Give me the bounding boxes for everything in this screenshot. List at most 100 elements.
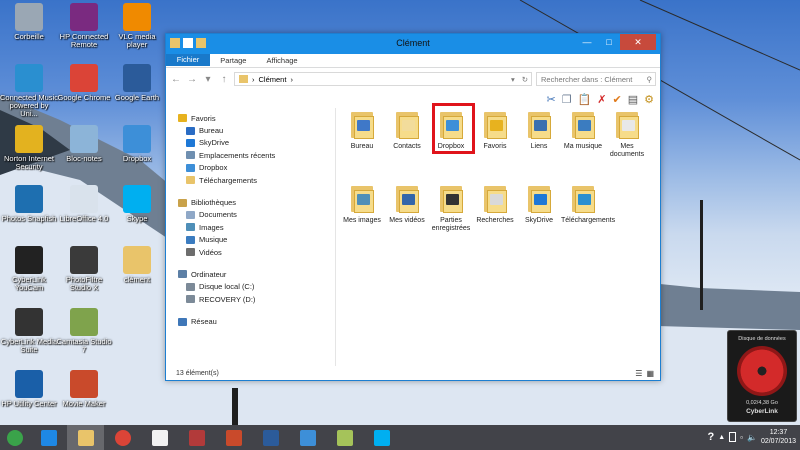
nav-item[interactable]: Images	[166, 221, 335, 233]
desktop-shortcut[interactable]: Corbeille	[0, 3, 58, 41]
desktop-shortcut[interactable]: HP Utility Center	[0, 370, 58, 408]
view-icon[interactable]: ▤	[628, 93, 638, 106]
chevron-down-icon[interactable]: ▾	[511, 75, 515, 84]
desktop-shortcut[interactable]: VLC media player	[108, 3, 166, 49]
desktop-shortcut[interactable]: Norton Internet Security	[0, 125, 58, 171]
taskbar-button[interactable]	[363, 425, 400, 450]
network-icon[interactable]: ▫	[740, 433, 743, 442]
desktop-shortcut[interactable]: LibreOffice 4.0	[55, 185, 113, 223]
nav-item[interactable]: SkyDrive	[166, 137, 335, 149]
nav-item[interactable]: RECOVERY (D:)	[166, 293, 335, 305]
taskbar-button[interactable]	[252, 425, 289, 450]
file-explorer-window[interactable]: Clément — □ ✕ FichierAccueilPartageAffic…	[165, 33, 661, 381]
folder-item[interactable]: Mes images	[340, 184, 384, 225]
paste-icon[interactable]: 📋	[578, 93, 592, 106]
nav-item[interactable]: Vidéos	[166, 246, 335, 258]
content-pane[interactable]: Bureau Contacts Dropbox Favoris Liens Ma musi…	[336, 108, 660, 366]
taskbar-button[interactable]	[289, 425, 326, 450]
show-hidden-icons-icon[interactable]: ▲	[718, 434, 725, 441]
help-icon[interactable]: ?	[707, 431, 714, 443]
nav-item[interactable]: Bibliothèques	[166, 196, 335, 208]
nav-item[interactable]: Musique	[166, 234, 335, 246]
up-arrow-icon[interactable]: ↑	[218, 74, 230, 85]
taskbar-button[interactable]	[326, 425, 363, 450]
desktop-shortcut-label: Corbeille	[14, 32, 44, 41]
folder-item[interactable]: Mes documents	[605, 110, 649, 159]
cyberlink-disc-gadget[interactable]: Disque de données 0,02/4,38 Go CyberLink	[727, 330, 797, 422]
title-bar[interactable]: Clément — □ ✕	[166, 34, 660, 54]
desktop-shortcut[interactable]: Google Earth	[108, 64, 166, 102]
folder-item[interactable]: Recherches	[473, 184, 517, 225]
nav-item[interactable]: Emplacements récents	[166, 149, 335, 161]
nav-item[interactable]: Bureau	[166, 124, 335, 136]
cut-icon[interactable]: ✂	[546, 93, 555, 106]
folder-item[interactable]: Téléchargements	[561, 184, 615, 225]
taskbar-button[interactable]	[178, 425, 215, 450]
desktop-shortcut[interactable]: Movie Maker	[55, 370, 113, 408]
large-icons-view-icon[interactable]: ▦	[646, 369, 654, 378]
desktop-shortcut[interactable]: Skype	[108, 185, 166, 223]
address-bar[interactable]: › Clément › ▾ ↻	[234, 72, 532, 86]
google-earth-icon	[123, 64, 151, 92]
nav-item[interactable]: Favoris	[166, 112, 335, 124]
nav-item[interactable]: Documents	[166, 209, 335, 221]
folder-item[interactable]: Parties enregistrées	[429, 184, 473, 233]
desktop-shortcut-label: Dropbox	[122, 154, 152, 163]
close-button[interactable]: ✕	[620, 34, 656, 50]
folder-item[interactable]: Bureau	[340, 110, 384, 151]
delete-icon[interactable]: ✗	[597, 93, 606, 106]
folder-item[interactable]: Favoris	[473, 110, 517, 151]
taskbar-button[interactable]	[30, 425, 67, 450]
breadcrumb-separator[interactable]: ›	[290, 75, 293, 84]
recent-dropdown-icon[interactable]: ▾	[202, 74, 214, 85]
nav-item[interactable]: Téléchargements	[166, 174, 335, 186]
taskbar-button[interactable]	[141, 425, 178, 450]
back-arrow-icon[interactable]: ←	[170, 74, 182, 85]
breadcrumb-separator[interactable]: ›	[252, 75, 255, 84]
taskbar-button[interactable]	[215, 425, 252, 450]
folder-item[interactable]: Ma musique	[561, 110, 605, 151]
details-view-icon[interactable]: ☰	[635, 369, 642, 378]
volume-icon[interactable]: 🔈	[747, 433, 757, 442]
folder-item[interactable]: Liens	[517, 110, 561, 151]
desktop-shortcut[interactable]: HP Connected Remote	[55, 3, 113, 49]
camtasia-icon	[336, 429, 353, 446]
battery-icon[interactable]	[729, 432, 737, 442]
navigation-pane[interactable]: Favoris Bureau SkyDrive Emplacements récent…	[166, 108, 336, 366]
nav-item[interactable]: Disque local (C:)	[166, 281, 335, 293]
properties-check-icon[interactable]: ✔	[613, 93, 622, 106]
desktop-shortcut[interactable]: Camtasia Studio 7	[55, 308, 113, 354]
refresh-icon[interactable]: ↻	[519, 75, 531, 84]
tab-fichier[interactable]: Fichier	[166, 54, 210, 66]
breadcrumb-current[interactable]: Clément	[259, 75, 287, 84]
maximize-button[interactable]: □	[598, 34, 620, 50]
desktop-shortcut[interactable]: PhotoFiltre Studio X	[55, 246, 113, 292]
forward-arrow-icon[interactable]: →	[186, 74, 198, 85]
desktop-shortcut[interactable]: Bloc-notes	[55, 125, 113, 163]
nav-item[interactable]: Ordinateur	[166, 268, 335, 280]
folder-item[interactable]: SkyDrive	[517, 184, 561, 225]
desktop-shortcut[interactable]: CyberLink Media Suite	[0, 308, 58, 354]
gear-icon[interactable]: ⚙	[644, 93, 654, 106]
nav-item[interactable]: Réseau	[166, 315, 335, 327]
desktop-shortcut[interactable]: Photos Snapfish	[0, 185, 58, 223]
taskbar-button[interactable]	[104, 425, 141, 450]
taskbar-button[interactable]	[0, 425, 30, 450]
folder-item[interactable]: Contacts	[385, 110, 429, 151]
tab-affichage[interactable]: Affichage	[256, 54, 307, 67]
internet-explorer-icon	[40, 429, 57, 446]
folder-item[interactable]: Mes vidéos	[385, 184, 429, 225]
desktop-shortcut[interactable]: Dropbox	[108, 125, 166, 163]
desktop-shortcut[interactable]: CyberLink YouCam	[0, 246, 58, 292]
search-input[interactable]: Rechercher dans : Clément ⚲	[536, 72, 656, 86]
tab-partage[interactable]: Partage	[210, 54, 256, 67]
nav-item[interactable]: Dropbox	[166, 162, 335, 174]
desktop-shortcut[interactable]: Connected Music powered by Uni...	[0, 64, 58, 118]
desktop-shortcut[interactable]: Google Chrome	[55, 64, 113, 102]
desktop-shortcut[interactable]: clément	[108, 246, 166, 284]
search-icon[interactable]: ⚲	[647, 75, 653, 84]
minimize-button[interactable]: —	[576, 34, 598, 50]
taskbar-button[interactable]	[67, 425, 104, 450]
copy-icon[interactable]: ❐	[562, 93, 572, 106]
clock[interactable]: 12:37 02/07/2013	[761, 428, 796, 446]
